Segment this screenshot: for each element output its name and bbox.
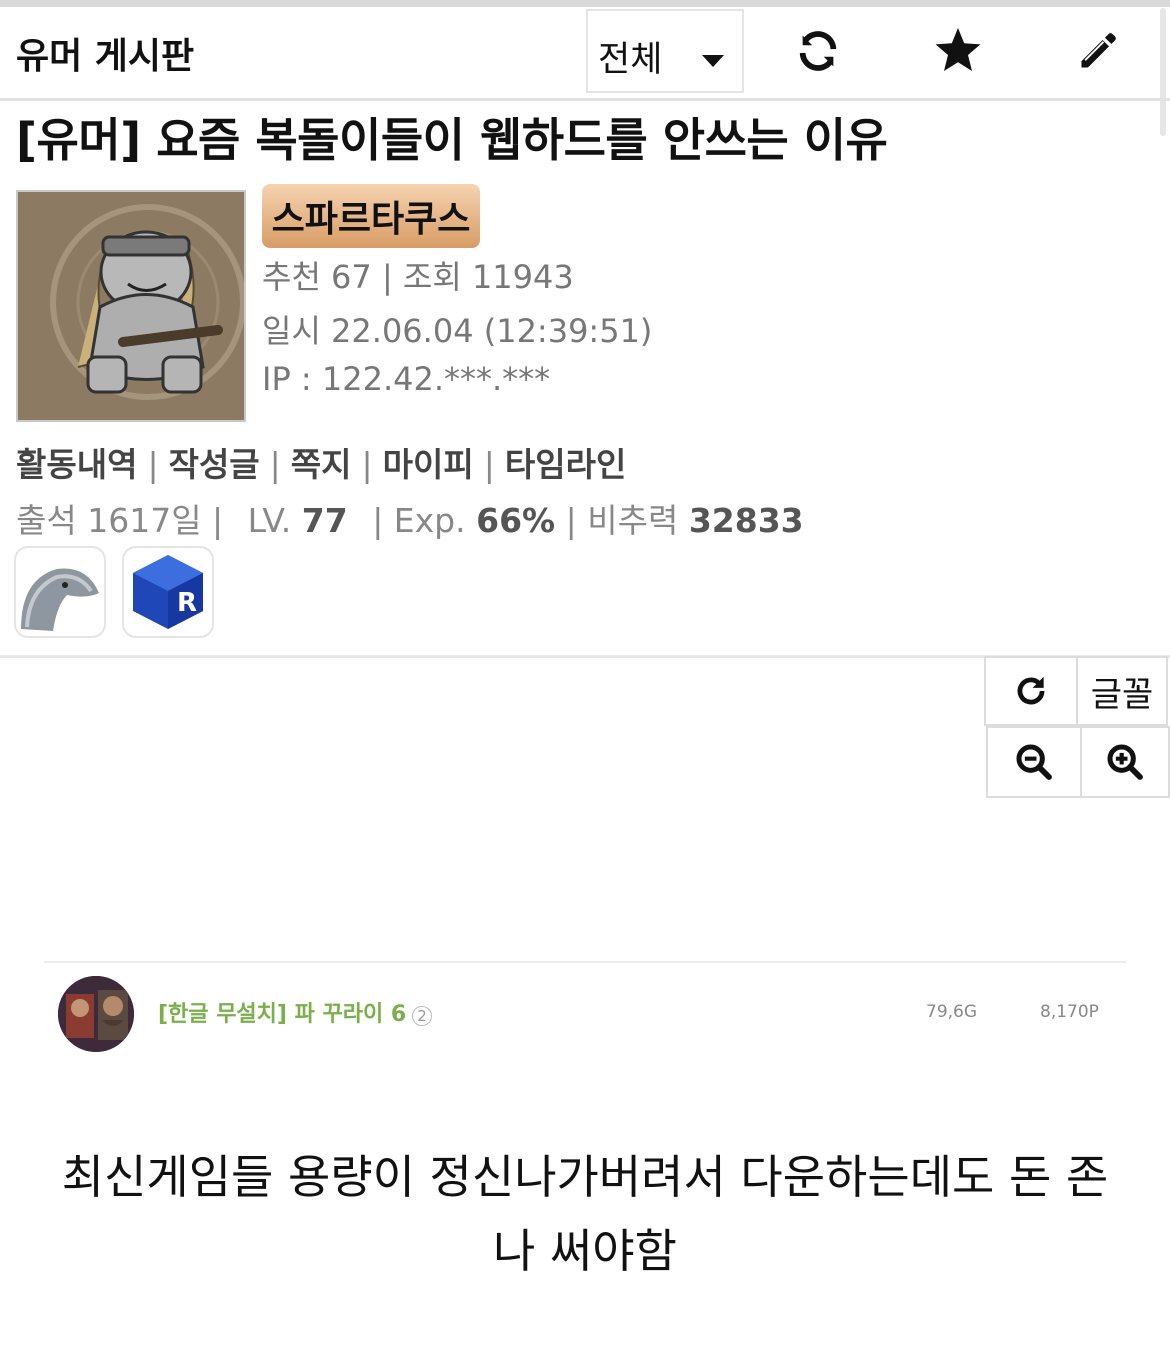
link-posts[interactable]: 작성글 xyxy=(169,445,260,484)
category-select[interactable]: 전체 xyxy=(586,9,744,93)
power-value: 32833 xyxy=(688,501,804,540)
font-button-label: 글꼴 xyxy=(1090,674,1154,715)
font-button[interactable]: 글꼴 xyxy=(1076,656,1168,726)
link-mypi[interactable]: 마이피 xyxy=(383,445,474,484)
level-value: 77 xyxy=(301,501,348,540)
caret-down-icon xyxy=(702,55,724,67)
write-button[interactable] xyxy=(1068,21,1128,81)
author-nickname[interactable]: 스파르타쿠스 xyxy=(262,184,480,248)
post-title: [유머] 요즘 복돌이들이 웹하드를 안쓰는 이유 xyxy=(16,113,888,167)
svg-text:R: R xyxy=(177,588,197,618)
redo-icon xyxy=(1017,676,1045,705)
zoom-out-button[interactable] xyxy=(986,726,1082,798)
header: 유머 게시판 전체 xyxy=(0,7,1170,101)
cube-r-icon: R xyxy=(133,555,203,629)
post-datetime: 일시 22.06.04 (12:39:51) xyxy=(262,312,653,350)
exp-value: 66% xyxy=(476,501,556,540)
zoom-in-icon xyxy=(1107,744,1143,780)
zoom-out-icon xyxy=(1016,744,1052,780)
recommend-views: 추천 67 | 조회 11943 xyxy=(262,258,574,296)
comment-count: 2 xyxy=(412,1006,432,1026)
refresh-button[interactable] xyxy=(788,21,848,81)
game-title-text: [한글 무설치] 파 꾸라이 6 xyxy=(158,1002,407,1027)
cube-badge[interactable]: R xyxy=(122,546,214,638)
file-size: 79,6G xyxy=(926,1002,978,1022)
board-title[interactable]: 유머 게시판 xyxy=(16,27,194,79)
zoom-in-button[interactable] xyxy=(1080,726,1170,798)
category-select-value: 전체 xyxy=(598,40,663,80)
link-message[interactable]: 쪽지 xyxy=(291,445,352,484)
author-ip: IP : 122.42.***.*** xyxy=(262,360,551,398)
favorite-button[interactable] xyxy=(928,21,988,81)
user-stats: 출석 1617일 | LV. 77 | Exp. 66% | 비추력 32833 xyxy=(16,494,804,542)
game-title[interactable]: [한글 무설치] 파 꾸라이 62 xyxy=(158,996,432,1028)
file-points: 8,170P xyxy=(1040,1002,1099,1022)
level-label: LV. xyxy=(247,501,292,540)
reset-font-button[interactable] xyxy=(984,656,1078,726)
exp-label: | Exp. xyxy=(372,501,466,540)
top-border xyxy=(0,0,1170,7)
author-avatar[interactable] xyxy=(16,190,246,422)
embed-top-border xyxy=(44,961,1126,963)
dolphin-icon xyxy=(21,568,99,631)
refresh-icon xyxy=(799,31,837,71)
pencil-icon xyxy=(1081,33,1116,68)
game-thumbnail xyxy=(58,976,134,1052)
link-timeline[interactable]: 타임라인 xyxy=(505,445,626,484)
attendance: 출석 1617일 | xyxy=(16,501,224,540)
star-icon xyxy=(935,28,981,71)
post-body-text: 최신게임들 용량이 정신나가버려서 다운하는데도 돈 존나 써야함 xyxy=(61,1150,1109,1278)
link-activity[interactable]: 활동내역 xyxy=(16,445,137,484)
power-label: | 비추력 xyxy=(565,501,679,540)
profile-links: 활동내역 | 작성글 | 쪽지 | 마이피 | 타임라인 xyxy=(16,445,627,484)
dolphin-badge[interactable] xyxy=(14,546,106,638)
